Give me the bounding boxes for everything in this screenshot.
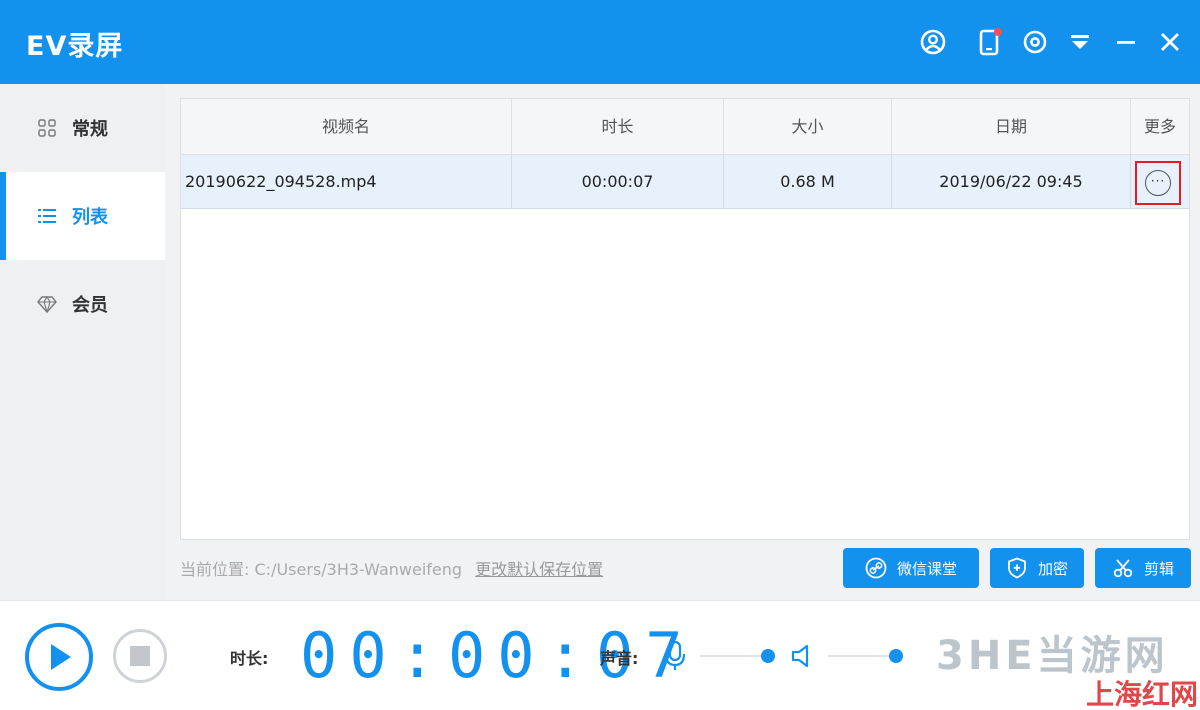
- cell-duration: 00:00:07: [512, 155, 724, 209]
- save-path-bar: 当前位置: C:/Users/3H3-Wanweifeng 更改默认保存位置: [180, 556, 603, 580]
- cell-video-name: 20190622_094528.mp4: [181, 155, 512, 209]
- microphone-volume-slider[interactable]: [700, 649, 775, 663]
- wechat-class-button[interactable]: 微信课堂: [843, 548, 979, 588]
- more-highlight-box: ···: [1135, 161, 1181, 205]
- sidebar-item-label: 列表: [72, 207, 108, 228]
- play-icon: [51, 644, 71, 670]
- stop-button[interactable]: [113, 629, 167, 683]
- title-bar: EV录屏: [0, 0, 1200, 84]
- grid-icon: [36, 117, 58, 139]
- slider-knob[interactable]: [761, 649, 775, 663]
- sidebar: 常规 列表 会员: [0, 84, 165, 600]
- speaker-volume-slider[interactable]: [828, 649, 903, 663]
- cut-label: 剪辑: [1143, 559, 1174, 578]
- recordings-table: 视频名 时长 大小 日期 更多 20190622_094528.mp4 00:0…: [180, 98, 1190, 540]
- path-value: C:/Users/3H3-Wanweifeng: [254, 560, 463, 579]
- link-icon: [865, 557, 887, 579]
- sidebar-item-general[interactable]: 常规: [0, 84, 165, 172]
- column-header-date[interactable]: 日期: [892, 99, 1131, 155]
- table-header: 视频名 时长 大小 日期 更多: [181, 99, 1189, 155]
- more-options-button[interactable]: ···: [1145, 170, 1171, 196]
- sound-label: 声音:: [600, 649, 639, 668]
- shield-icon: [1006, 557, 1028, 579]
- list-icon: [36, 205, 58, 227]
- table-row[interactable]: 20190622_094528.mp4 00:00:07 0.68 M 2019…: [181, 155, 1189, 209]
- cell-date: 2019/06/22 09:45: [892, 155, 1131, 209]
- sidebar-item-label: 常规: [72, 119, 108, 140]
- watermark-sub: 上海红网: [1086, 678, 1199, 710]
- ev-recorder-window: EV录屏 常规 列表 会员 视频名 时长 大小 日期 更多 20190622_0…: [0, 0, 1200, 710]
- sidebar-item-label: 会员: [72, 295, 108, 316]
- path-label: 当前位置:: [180, 560, 250, 579]
- cell-size: 0.68 M: [724, 155, 892, 209]
- encrypt-button[interactable]: 加密: [990, 548, 1084, 588]
- encrypt-label: 加密: [1037, 559, 1068, 578]
- duration-label: 时长:: [230, 649, 269, 668]
- column-header-name[interactable]: 视频名: [181, 99, 512, 155]
- slider-knob[interactable]: [889, 649, 903, 663]
- sidebar-item-list[interactable]: 列表: [0, 172, 165, 260]
- change-save-location-link[interactable]: 更改默认保存位置: [475, 560, 603, 579]
- sidebar-item-member[interactable]: 会员: [0, 260, 165, 348]
- play-button[interactable]: [25, 623, 93, 691]
- cut-button[interactable]: 剪辑: [1095, 548, 1191, 588]
- app-title: EV录屏: [26, 31, 124, 62]
- stop-icon: [130, 646, 150, 666]
- column-header-more: 更多: [1143, 117, 1176, 136]
- wechat-class-label: 微信课堂: [896, 559, 957, 578]
- close-icon[interactable]: [1150, 22, 1190, 62]
- active-indicator: [0, 172, 6, 260]
- microphone-icon[interactable]: [662, 639, 688, 677]
- minimize-icon[interactable]: [1106, 22, 1146, 62]
- column-header-duration[interactable]: 时长: [512, 99, 724, 155]
- column-header-size[interactable]: 大小: [724, 99, 892, 155]
- scissors-icon: [1112, 557, 1134, 579]
- mobile-icon[interactable]: [970, 22, 1010, 62]
- user-icon[interactable]: [913, 22, 953, 62]
- diamond-icon: [36, 293, 58, 315]
- recording-control-bar: 时长: 00:00:07 声音: 3HE当游网 上海红网: [0, 600, 1200, 710]
- dropdown-menu-icon[interactable]: [1060, 22, 1100, 62]
- settings-icon[interactable]: [1015, 22, 1055, 62]
- speaker-icon[interactable]: [790, 643, 816, 673]
